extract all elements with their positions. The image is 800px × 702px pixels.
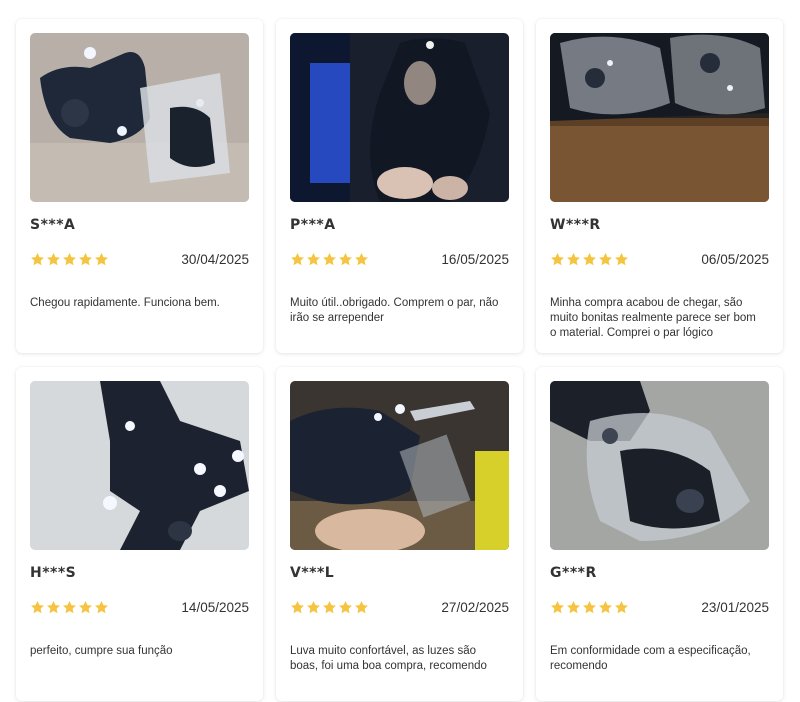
- star-icon: [567, 600, 580, 613]
- review-card[interactable]: V***L 27/02/2025 Luva muito confortável,…: [276, 367, 523, 701]
- review-date: 16/05/2025: [441, 251, 509, 267]
- review-photo[interactable]: [550, 381, 769, 550]
- star-icon: [291, 600, 304, 613]
- review-meta: 27/02/2025: [290, 597, 509, 617]
- review-text: Luva muito confortável, as luzes são boa…: [290, 645, 487, 672]
- review-text: Chegou rapidamente. Funciona bem.: [30, 297, 220, 309]
- star-rating: [550, 252, 629, 267]
- star-icon: [323, 600, 336, 613]
- reviewer-name: P***A: [290, 217, 336, 233]
- star-icon: [47, 600, 60, 613]
- review-card[interactable]: H***S 14/05/2025 perfeito, cumpre sua fu…: [16, 367, 263, 701]
- reviewer-name: H***S: [30, 565, 77, 581]
- star-icon: [31, 600, 44, 613]
- star-rating: [550, 600, 629, 615]
- star-icon: [307, 600, 320, 613]
- star-icon: [583, 252, 596, 265]
- review-text: Minha compra acabou de chegar, são muito…: [550, 297, 756, 339]
- star-icon: [79, 600, 92, 613]
- star-icon: [583, 600, 596, 613]
- review-meta: 16/05/2025: [290, 249, 509, 269]
- review-date: 27/02/2025: [441, 599, 509, 615]
- star-icon: [355, 600, 368, 613]
- review-meta: 30/04/2025: [30, 249, 249, 269]
- reviewer-name: W***R: [550, 217, 601, 233]
- star-icon: [63, 252, 76, 265]
- star-icon: [291, 252, 304, 265]
- review-photo[interactable]: [290, 33, 509, 202]
- reviewer-name: V***L: [290, 565, 335, 581]
- star-icon: [95, 600, 108, 613]
- review-card[interactable]: W***R 06/05/2025 Minha compra acabou de …: [536, 19, 783, 353]
- star-rating: [30, 600, 109, 615]
- star-icon: [95, 252, 108, 265]
- star-icon: [63, 600, 76, 613]
- reviews-page: S***A 30/04/2025 Chegou rapidamente. Fun…: [0, 0, 800, 702]
- review-photo[interactable]: [30, 381, 249, 550]
- review-card[interactable]: G***R 23/01/2025 Em conformidade com a e…: [536, 367, 783, 701]
- star-icon: [355, 252, 368, 265]
- star-icon: [339, 252, 352, 265]
- review-card[interactable]: S***A 30/04/2025 Chegou rapidamente. Fun…: [16, 19, 263, 353]
- review-meta: 14/05/2025: [30, 597, 249, 617]
- review-text: Em conformidade com a especificação, rec…: [550, 645, 751, 672]
- star-rating: [290, 252, 369, 267]
- review-card[interactable]: P***A 16/05/2025 Muito útil..obrigado. C…: [276, 19, 523, 353]
- reviewer-name: S***A: [30, 217, 76, 233]
- review-text: perfeito, cumpre sua função: [30, 645, 173, 657]
- star-icon: [551, 252, 564, 265]
- star-icon: [31, 252, 44, 265]
- star-icon: [339, 600, 352, 613]
- review-photo[interactable]: [290, 381, 509, 550]
- star-icon: [567, 252, 580, 265]
- star-icon: [615, 252, 628, 265]
- review-date: 23/01/2025: [701, 599, 769, 615]
- reviewer-name: G***R: [550, 565, 597, 581]
- review-text: Muito útil..obrigado. Comprem o par, não…: [290, 297, 499, 324]
- review-date: 14/05/2025: [181, 599, 249, 615]
- star-icon: [79, 252, 92, 265]
- review-meta: 23/01/2025: [550, 597, 769, 617]
- star-rating: [30, 252, 109, 267]
- star-icon: [599, 252, 612, 265]
- reviews-grid: S***A 30/04/2025 Chegou rapidamente. Fun…: [16, 19, 784, 701]
- review-photo[interactable]: [550, 33, 769, 202]
- star-icon: [599, 600, 612, 613]
- review-date: 30/04/2025: [181, 251, 249, 267]
- review-photo[interactable]: [30, 33, 249, 202]
- star-icon: [551, 600, 564, 613]
- star-icon: [323, 252, 336, 265]
- star-icon: [47, 252, 60, 265]
- star-rating: [290, 600, 369, 615]
- star-icon: [615, 600, 628, 613]
- review-meta: 06/05/2025: [550, 249, 769, 269]
- review-date: 06/05/2025: [701, 251, 769, 267]
- star-icon: [307, 252, 320, 265]
